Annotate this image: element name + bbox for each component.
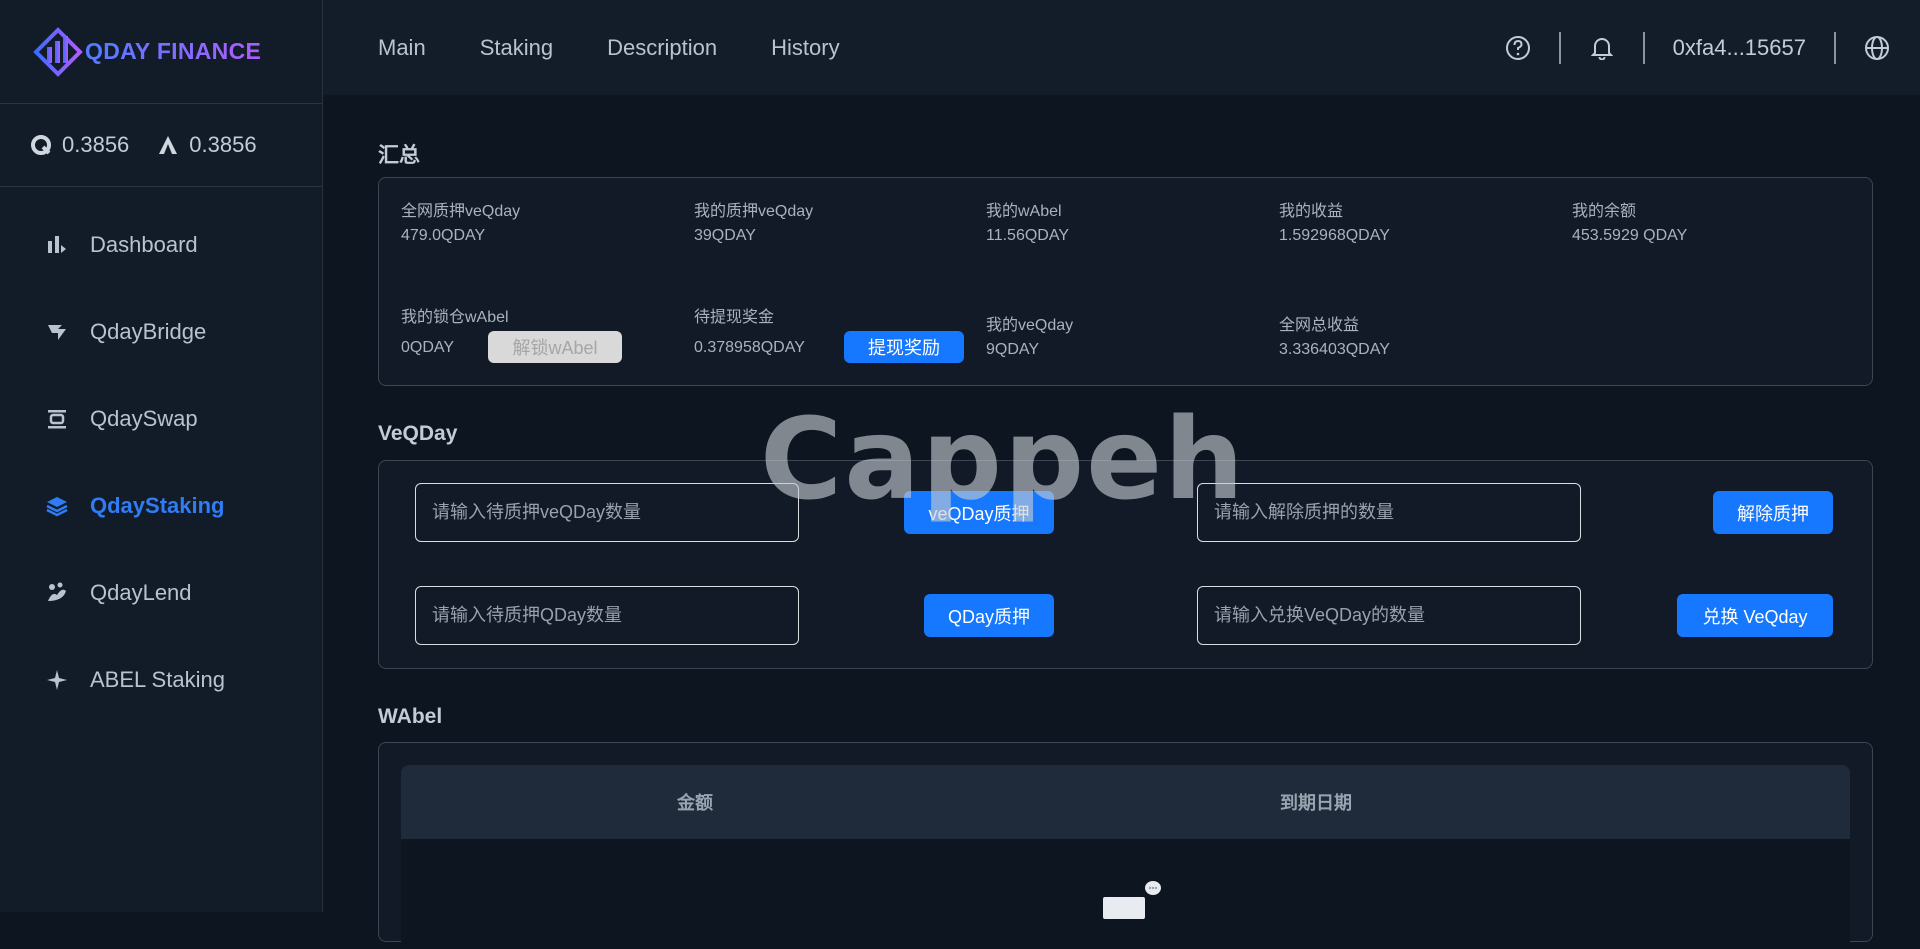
topnav-staking[interactable]: Staking [480, 35, 553, 61]
stat-my-earnings: 我的收益 1.592968QDAY [1279, 200, 1390, 248]
stat-value: 11.56QDAY [986, 227, 1070, 244]
qday-price-value: 0.3856 [62, 132, 130, 157]
stake-qday-button[interactable]: QDay质押 [924, 594, 1054, 637]
unstake-input[interactable] [1197, 483, 1581, 542]
qday-logo-icon [33, 26, 83, 77]
unlock-wabel-button[interactable]: 解锁wAbel [488, 331, 622, 363]
globe-icon[interactable] [1864, 35, 1890, 61]
sidebar-item-label: ABEL Staking [90, 666, 225, 692]
divider [1642, 31, 1645, 64]
top-nav: Main Staking Description History [378, 35, 894, 61]
logo[interactable]: QDAY FINANCE [0, 0, 322, 104]
exchange-veqday-button[interactable]: 兑换 VeQday [1677, 594, 1833, 637]
stat-value: 39QDAY [694, 227, 756, 244]
stat-value: 479.0QDAY [401, 227, 486, 244]
layers-icon [44, 493, 70, 519]
divider [1558, 31, 1561, 64]
lend-icon [44, 580, 70, 606]
abel-token-icon [159, 136, 178, 154]
abel-price: 0.3856 [157, 132, 257, 158]
bell-icon[interactable] [1589, 35, 1615, 61]
summary-title: 汇总 [378, 144, 420, 167]
sidebar-nav: Dashboard QdayBridge QdaySwap QdayStakin… [0, 187, 322, 723]
stat-my-staked-veqday: 我的质押veQday 39QDAY [694, 200, 813, 248]
top-bar: Main Staking Description History 0xfa4..… [323, 0, 1920, 95]
sidebar-item-label: QdayStaking [90, 492, 225, 518]
stat-label: 我的wAbel [986, 203, 1062, 220]
stat-my-wabel: 我的wAbel 11.56QDAY [986, 200, 1069, 248]
stat-value: 453.5929 QDAY [1572, 227, 1688, 244]
column-header-expiry-date: 到期日期 [1280, 793, 1352, 813]
price-row: 0.3856 0.3856 [0, 104, 322, 187]
bridge-icon [44, 319, 70, 345]
stat-my-veqday: 我的veQday 9QDAY [986, 314, 1073, 362]
stat-value: 9QDAY [986, 341, 1040, 358]
stat-label: 我的余额 [1572, 203, 1637, 220]
wabel-panel: 金额 到期日期 [378, 742, 1873, 949]
stat-label: 我的收益 [1279, 203, 1344, 220]
stat-pending-rewards: 待提现奖金 0.378958QDAY [694, 306, 805, 360]
chart-icon [44, 232, 70, 258]
sidebar-item-dashboard[interactable]: Dashboard [0, 201, 322, 288]
table-header: 金额 到期日期 [401, 765, 1850, 839]
stake-veqday-input[interactable] [415, 483, 799, 542]
sidebar-item-qdaystaking[interactable]: QdayStaking [0, 462, 322, 549]
sidebar-item-abel-staking[interactable]: ABEL Staking [0, 636, 322, 723]
sidebar-item-label: Dashboard [90, 231, 198, 257]
exchange-veqday-input[interactable] [1197, 586, 1581, 645]
stat-label: 我的veQday [986, 317, 1074, 334]
column-header-amount: 金额 [677, 793, 713, 813]
stat-total-staked-veqday: 全网质押veQday 479.0QDAY [401, 200, 520, 248]
brand-name: QDAY FINANCE [85, 38, 262, 64]
topnav-description[interactable]: Description [607, 35, 717, 61]
sidebar: QDAY FINANCE 0.3856 0.3856 Dashboard Qda… [0, 0, 323, 912]
swap-icon [44, 406, 70, 432]
stat-label: 我的质押veQday [694, 203, 814, 220]
topnav-main[interactable]: Main [378, 35, 426, 61]
stat-label: 全网总收益 [1279, 317, 1360, 334]
help-icon[interactable] [1505, 35, 1531, 61]
sidebar-item-label: QdaySwap [90, 405, 198, 431]
abel-price-value: 0.3856 [189, 132, 257, 157]
stat-value: 0.378958QDAY [694, 339, 805, 356]
stake-qday-input[interactable] [415, 586, 799, 645]
qday-price: 0.3856 [30, 132, 129, 158]
wabel-title: WAbel [378, 705, 443, 728]
topnav-history[interactable]: History [771, 35, 839, 61]
stat-label: 全网质押veQday [401, 203, 521, 220]
empty-state-icon [1103, 881, 1161, 919]
sidebar-item-label: QdayBridge [90, 318, 207, 344]
stat-value: 1.592968QDAY [1279, 227, 1390, 244]
sidebar-item-qdaylend[interactable]: QdayLend [0, 549, 322, 636]
withdraw-rewards-button[interactable]: 提现奖励 [844, 331, 964, 363]
stat-label: 我的锁仓wAbel [401, 309, 509, 326]
stake-veqday-button[interactable]: veQDay质押 [904, 491, 1054, 534]
qday-token-icon [31, 135, 51, 155]
stat-total-network-earnings: 全网总收益 3.336403QDAY [1279, 314, 1390, 362]
stat-value: 3.336403QDAY [1279, 341, 1390, 358]
sidebar-item-qdayswap[interactable]: QdaySwap [0, 375, 322, 462]
divider [1834, 31, 1836, 64]
sidebar-item-qdaybridge[interactable]: QdayBridge [0, 288, 322, 375]
wallet-address[interactable]: 0xfa4...15657 [1673, 35, 1806, 61]
stat-my-balance: 我的余额 453.5929 QDAY [1572, 200, 1687, 248]
stat-label: 待提现奖金 [694, 309, 775, 326]
table-body-empty [401, 839, 1850, 949]
summary-panel: 全网质押veQday 479.0QDAY 我的质押veQday 39QDAY 我… [378, 177, 1873, 386]
veqday-panel: veQDay质押 解除质押 QDay质押 兑换 VeQday [378, 460, 1873, 669]
unstake-button[interactable]: 解除质押 [1713, 491, 1833, 534]
header-actions: 0xfa4...15657 [1505, 0, 1920, 95]
sidebar-item-label: QdayLend [90, 579, 192, 605]
veqday-title: VeQDay [378, 422, 458, 445]
sparkle-icon [44, 667, 70, 693]
